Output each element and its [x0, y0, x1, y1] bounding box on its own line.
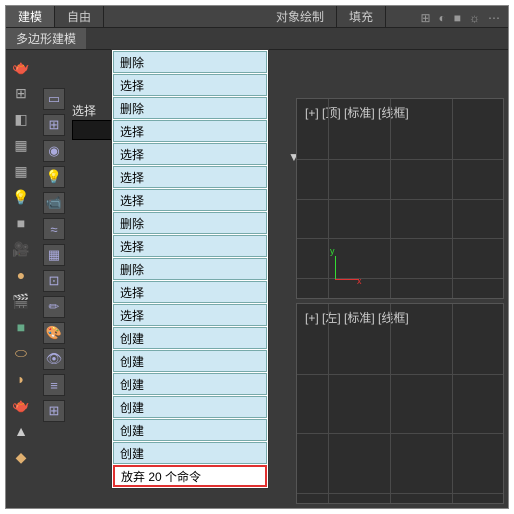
menu-item[interactable]: 选择: [113, 143, 267, 165]
toolbar-left: 🫖 ⊞ ◧ ▦ ▦ 💡 ■ 🎥 ● 🎬 ■ ⬭ ◗ 🫖 ▲ ◆: [6, 50, 36, 508]
menu-item[interactable]: 选择: [113, 74, 267, 96]
bulb-icon[interactable]: 💡: [12, 188, 30, 206]
viewport-grid: [297, 304, 503, 503]
tool-icon-1[interactable]: ⊞: [12, 84, 30, 102]
grid-pencil-icon[interactable]: ✏: [43, 296, 65, 318]
subtab-polygon-modeling[interactable]: 多边形建模: [6, 28, 86, 49]
menu-item[interactable]: 删除: [113, 258, 267, 280]
toolbar-grid: ▭ ⊞ ◉ 💡 📹 ≈ ▦ ⊡ ✏ 🎨 👁 ≡ ⊞: [36, 50, 72, 508]
section-select-label: 选择: [72, 102, 96, 119]
menu-item[interactable]: 选择: [113, 304, 267, 326]
menu-item[interactable]: 选择: [113, 166, 267, 188]
film-icon[interactable]: 🎬: [12, 292, 30, 310]
tab-object-paint[interactable]: 对象绘制: [264, 6, 337, 27]
grid-camera-icon[interactable]: 📹: [43, 192, 65, 214]
top-icon-3[interactable]: ■: [454, 11, 461, 25]
tool-icon-3[interactable]: ▦: [12, 136, 30, 154]
grid-icon-13[interactable]: ⊞: [43, 400, 65, 422]
teapot-icon[interactable]: 🫖: [12, 58, 30, 76]
extra-icon[interactable]: ◆: [12, 448, 30, 466]
grid-icon-12[interactable]: ≡: [43, 374, 65, 396]
menu-undo-summary[interactable]: 放弃 20 个命令: [113, 465, 267, 487]
grid-icon-6[interactable]: ≈: [43, 218, 65, 240]
grid-icon-3[interactable]: ◉: [43, 140, 65, 162]
box-icon[interactable]: ■: [12, 318, 30, 336]
menu-item[interactable]: 删除: [113, 212, 267, 234]
sphere-icon[interactable]: ●: [12, 266, 30, 284]
menu-item[interactable]: 选择: [113, 235, 267, 257]
grid-icon-8[interactable]: ⊡: [43, 270, 65, 292]
axis-gizmo: x y: [315, 248, 355, 288]
tool-icon-5[interactable]: ■: [12, 214, 30, 232]
viewport-left[interactable]: [+] [左] [标准] [线框]: [296, 303, 504, 504]
camera-icon[interactable]: 🎥: [12, 240, 30, 258]
menu-item[interactable]: 创建: [113, 350, 267, 372]
viewport-top[interactable]: [+] [顶] [标准] [线框] x y: [296, 98, 504, 299]
cone-icon[interactable]: ▲: [12, 422, 30, 440]
grid-icon-1[interactable]: ▭: [43, 88, 65, 110]
grid-eye-icon[interactable]: 👁: [43, 348, 65, 370]
tab-freeform[interactable]: 自由: [55, 6, 104, 27]
menu-item[interactable]: 删除: [113, 97, 267, 119]
top-icon-1[interactable]: ⊞: [420, 11, 430, 25]
grid-light-icon[interactable]: 💡: [43, 166, 65, 188]
top-icon-2[interactable]: ◐: [439, 11, 446, 25]
menu-item[interactable]: 创建: [113, 327, 267, 349]
cylinder-icon[interactable]: ⬭: [12, 344, 30, 362]
menu-item[interactable]: 选择: [113, 120, 267, 142]
grid-brush-icon[interactable]: 🎨: [43, 322, 65, 344]
name-input[interactable]: [72, 120, 112, 140]
tool-icon-2[interactable]: ◧: [12, 110, 30, 128]
menu-item[interactable]: 选择: [113, 281, 267, 303]
top-icon-5[interactable]: ⋯: [488, 11, 500, 25]
top-icon-4[interactable]: ☼: [469, 11, 480, 25]
grid-icon-7[interactable]: ▦: [43, 244, 65, 266]
menu-item[interactable]: 选择: [113, 189, 267, 211]
teapot-icon-2[interactable]: 🫖: [12, 396, 30, 414]
menu-item[interactable]: 删除: [113, 51, 267, 73]
undo-history-menu: 删除 选择 删除 选择 选择 选择 选择 删除 选择 删除 选择 选择 创建 创…: [111, 49, 269, 489]
menu-item[interactable]: 创建: [113, 396, 267, 418]
tool-icon-4[interactable]: ▦: [12, 162, 30, 180]
dome-icon[interactable]: ◗: [12, 370, 30, 388]
tab-populate[interactable]: 填充: [337, 6, 386, 27]
grid-icon-2[interactable]: ⊞: [43, 114, 65, 136]
menu-item[interactable]: 创建: [113, 419, 267, 441]
menu-item[interactable]: 创建: [113, 442, 267, 464]
menu-item[interactable]: 创建: [113, 373, 267, 395]
tab-modeling[interactable]: 建模: [6, 6, 55, 27]
